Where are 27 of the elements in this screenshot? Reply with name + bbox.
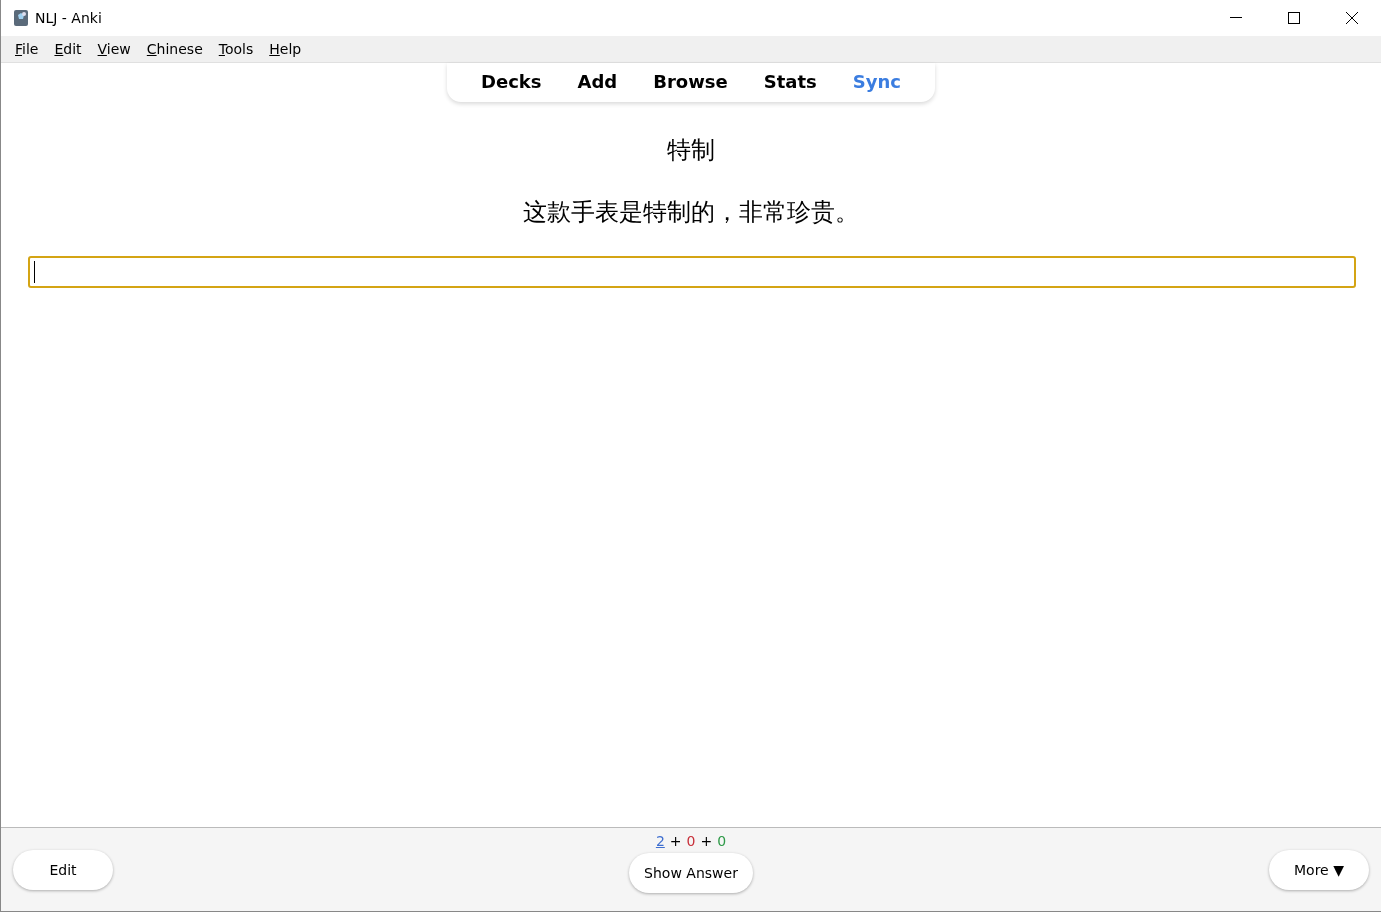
show-answer-button[interactable]: Show Answer	[629, 853, 753, 893]
window-title: NLJ - Anki	[35, 10, 103, 26]
menu-item[interactable]: File	[7, 41, 47, 57]
toplink[interactable]: Stats	[745, 69, 835, 94]
menu-item[interactable]: Tools	[210, 41, 262, 57]
answer-field[interactable]	[28, 256, 1356, 288]
due-count: 2	[655, 833, 665, 849]
edit-button[interactable]: Edit	[13, 849, 113, 890]
minimize-icon[interactable]	[1230, 17, 1242, 19]
maximize-icon[interactable]	[1288, 12, 1300, 24]
app-icon	[13, 9, 29, 27]
menu-item[interactable]: Help	[261, 41, 310, 57]
menu-item[interactable]: Edit	[46, 41, 90, 57]
card-sentence: 这款手表是特制的，非常珍贵。	[523, 197, 859, 228]
menu-item[interactable]: View	[89, 41, 139, 57]
menu-item[interactable]: Chinese	[138, 41, 211, 57]
due-count: 0	[686, 833, 696, 849]
toplink[interactable]: Browse	[635, 69, 746, 94]
close-icon[interactable]	[1346, 12, 1358, 24]
plus-sign: +	[669, 833, 682, 849]
toplink[interactable]: Sync	[834, 69, 919, 94]
toplink[interactable]: Add	[559, 69, 636, 94]
more-button[interactable]: More ▼	[1269, 849, 1369, 890]
plus-sign: +	[700, 833, 713, 849]
card-word: 特制	[667, 135, 715, 166]
toplink[interactable]: Decks	[463, 69, 560, 94]
due-count: 0	[717, 833, 727, 849]
